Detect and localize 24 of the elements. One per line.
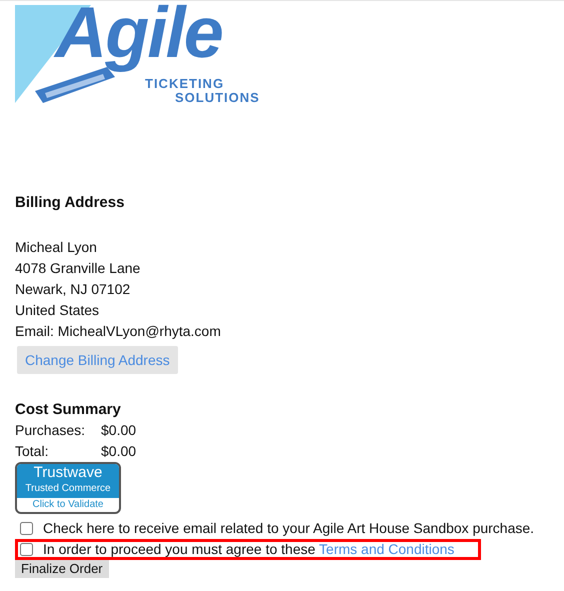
option-text: Check here to receive email related to your Agile Art House Sandbox purchase.: [43, 519, 534, 538]
option-text: In order to proceed you must agree to these Terms and Conditions: [43, 540, 454, 559]
seal-action: Click to Validate: [32, 498, 104, 512]
logo-tagline: TICKETING: [145, 77, 224, 91]
change-address-button[interactable]: Change Billing Address: [17, 346, 178, 374]
address-line: 4078 Granville Lane: [15, 259, 142, 278]
address-line: Newark, NJ 07102: [15, 280, 132, 299]
checkbox[interactable]: [20, 543, 33, 556]
logo-tagline: SOLUTIONS: [175, 91, 260, 105]
cost-value: $0.00: [101, 442, 136, 461]
finalize-button[interactable]: Finalize Order: [15, 560, 109, 578]
address-line: United States: [15, 301, 100, 320]
address-line: Email: MichealVLyon@rhyta.com: [15, 322, 222, 341]
trust-seal[interactable]: Trustwave Trusted Commerce Click to Validate: [15, 462, 121, 514]
seal-line: Trusted Commerce: [25, 482, 111, 496]
seal-brand: Trustwave: [34, 464, 102, 482]
checkbox[interactable]: [20, 522, 33, 535]
section-heading: Billing Address: [15, 193, 126, 213]
terms-link[interactable]: Terms and Conditions: [319, 541, 454, 557]
cost-value: $0.00: [101, 421, 136, 440]
section-heading: Cost Summary: [15, 400, 122, 420]
address-line: Micheal Lyon: [15, 238, 98, 257]
cost-label: Purchases:: [15, 421, 86, 440]
cost-label: Total:: [15, 442, 50, 461]
